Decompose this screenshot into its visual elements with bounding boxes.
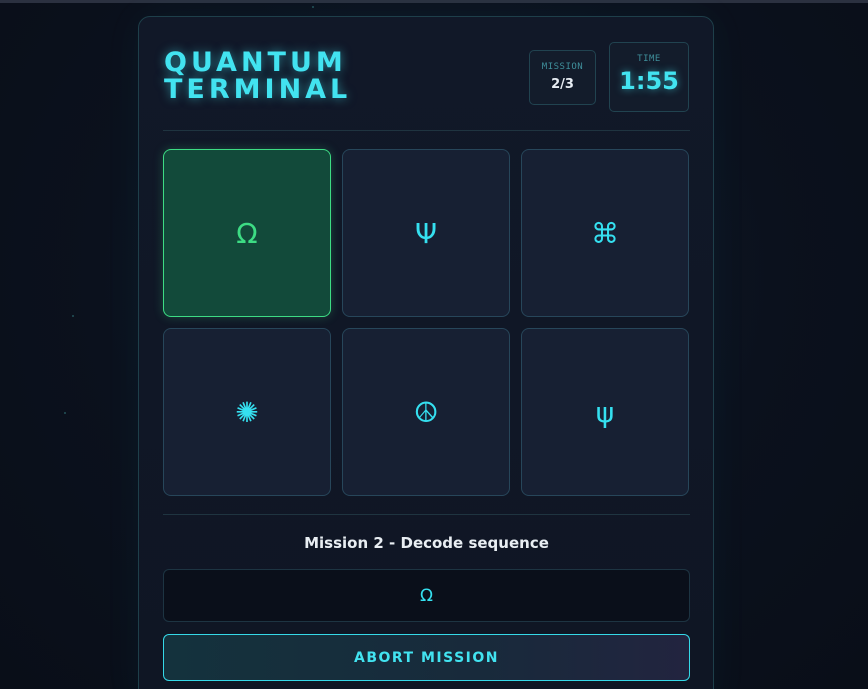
command-icon: ⌘ [591, 216, 619, 250]
symbol-tile-peace[interactable]: ☮ [342, 328, 510, 496]
symbol-tile-small-psi[interactable]: ψ [521, 328, 689, 496]
symbol-tile-omega[interactable]: Ω [163, 149, 331, 317]
star-dot [64, 412, 66, 414]
sequence-value: Ω [420, 585, 433, 606]
sequence-display: Ω [163, 569, 690, 622]
time-value: 1:55 [619, 67, 679, 95]
game-title: QUANTUM TERMINAL [164, 49, 351, 103]
symbol-grid: Ω Ψ ⌘ ✺ ☮ ψ [163, 149, 690, 497]
psi-icon: Ψ [414, 216, 438, 250]
small-psi-icon: ψ [595, 395, 615, 429]
time-label: TIME [637, 54, 661, 64]
star-dot [312, 6, 314, 8]
mission-counter: MISSION 2/3 [529, 50, 596, 105]
mission-label: MISSION [541, 62, 584, 72]
star-dot [72, 315, 74, 317]
mission-value: 2/3 [551, 77, 574, 92]
symbol-tile-psi[interactable]: Ψ [342, 149, 510, 317]
game-panel: QUANTUM TERMINAL MISSION 2/3 TIME 1:55 Ω… [138, 16, 714, 689]
omega-icon: Ω [236, 216, 258, 250]
peace-icon: ☮ [413, 395, 439, 429]
timer: TIME 1:55 [609, 42, 689, 112]
symbol-tile-sunburst[interactable]: ✺ [163, 328, 331, 496]
header-divider [163, 130, 690, 131]
mission-instruction: Mission 2 - Decode sequence [304, 534, 549, 552]
title-line-1: QUANTUM [164, 47, 347, 78]
grid-divider [163, 514, 690, 515]
sunburst-icon: ✺ [235, 395, 259, 429]
window-top-border [0, 0, 868, 3]
abort-mission-button[interactable]: ABORT MISSION [163, 634, 690, 681]
title-line-2: TERMINAL [164, 74, 352, 105]
symbol-tile-command[interactable]: ⌘ [521, 149, 689, 317]
